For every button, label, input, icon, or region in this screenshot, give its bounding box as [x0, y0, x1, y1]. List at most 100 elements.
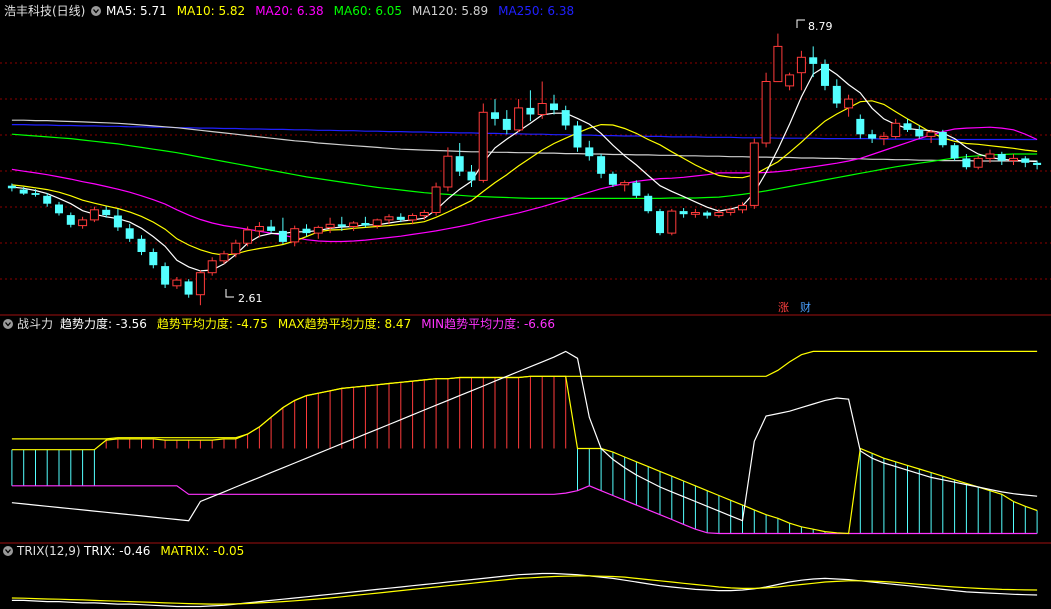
candle-body-5	[66, 215, 75, 225]
candle-body-77	[915, 129, 924, 137]
candle-55	[656, 208, 664, 236]
candle-body-21	[254, 226, 264, 232]
candle-body-34	[408, 215, 417, 221]
candle-body-85	[1009, 157, 1018, 162]
candle-body-75	[891, 122, 901, 138]
candle-body-61	[726, 209, 736, 213]
ma10-line	[11, 100, 1038, 256]
candle-body-37	[443, 155, 453, 188]
candle-73	[868, 129, 877, 143]
candle-body-32	[384, 216, 394, 221]
candle-body-87	[1033, 162, 1042, 165]
candle-body-30	[361, 223, 370, 226]
trix-menu-icon[interactable]	[3, 546, 13, 556]
candle-body-36	[431, 186, 441, 213]
candle-body-33	[396, 216, 405, 220]
candle-12	[149, 248, 158, 269]
candle-body-55	[656, 211, 664, 234]
candle-51	[608, 171, 617, 187]
candle-56	[667, 208, 677, 236]
candle-69	[821, 59, 829, 91]
stock-chart[interactable]: 8.79 2.61 涨 财 浩丰科技(日线) MA5: 5.71 MA10: 5.…	[0, 0, 1051, 609]
candle-body-71	[844, 98, 854, 109]
candle-body-45	[537, 103, 547, 115]
candle-22	[267, 219, 276, 234]
candle-14	[172, 277, 182, 289]
indicator-menu-icon[interactable]	[3, 319, 13, 329]
candlestick-layer[interactable]	[7, 33, 1042, 306]
candle-body-29	[349, 222, 359, 227]
candle-16	[195, 270, 205, 306]
ma-label-0: MA5: 5.71	[106, 4, 167, 18]
candle-body-10	[125, 228, 134, 239]
candle-38	[455, 143, 464, 176]
candle-body-62	[738, 204, 747, 211]
candle-body-12	[149, 252, 158, 266]
candle-52	[620, 180, 630, 192]
candle-body-50	[597, 156, 606, 174]
candle-body-47	[561, 110, 570, 126]
candle-body-54	[644, 195, 653, 212]
candle-body-31	[372, 219, 382, 227]
candle-body-70	[832, 85, 841, 104]
indicator-label-0: 趋势力度: -3.56	[60, 316, 147, 331]
candle-body-26	[313, 226, 323, 234]
ma-label-1: MA10: 5.82	[177, 4, 245, 18]
candle-body-18	[219, 253, 229, 262]
candle-66	[785, 72, 795, 91]
candle-body-46	[550, 103, 558, 111]
candle-body-0	[7, 185, 16, 189]
candle-79	[938, 129, 947, 148]
candle-45	[537, 81, 547, 119]
candle-body-17	[207, 260, 217, 274]
candle-44	[526, 90, 535, 122]
indicator-layer	[11, 350, 1038, 535]
candle-7	[89, 206, 99, 223]
candle-6	[78, 216, 88, 229]
candle-71	[844, 94, 854, 117]
candle-25	[302, 224, 311, 237]
candle-43	[514, 99, 524, 132]
candle-59	[703, 210, 712, 219]
candle-40	[478, 103, 488, 183]
candle-body-48	[573, 125, 582, 148]
candle-body-22	[267, 226, 276, 231]
candle-body-59	[703, 212, 712, 216]
candle-body-24	[290, 228, 300, 243]
candle-47	[561, 105, 570, 130]
candle-body-79	[938, 132, 947, 146]
candle-10	[125, 223, 134, 242]
indicator-label-row: 趋势力度: -3.56 趋势平均力度: -4.75 MAX趋势平均力度: 8.47 M…	[60, 316, 555, 331]
candle-body-40	[478, 111, 488, 181]
candle-body-8	[102, 209, 111, 216]
candle-body-83	[985, 153, 995, 159]
candle-body-74	[879, 135, 889, 140]
indicator-title: 战斗力	[17, 317, 53, 331]
candle-74	[879, 132, 889, 146]
high-label: 8.79	[808, 20, 833, 33]
candle-body-63	[749, 142, 759, 206]
low-label: 2.61	[238, 292, 263, 305]
trix-label-0: TRIX: -0.46	[83, 544, 150, 558]
candle-11	[137, 235, 146, 256]
candle-42	[502, 110, 511, 135]
candle-29	[349, 221, 359, 231]
candle-body-27	[325, 223, 335, 228]
candle-body-56	[667, 210, 677, 234]
ma-label-2: MA20: 6.38	[255, 4, 323, 18]
candle-body-60	[714, 212, 724, 217]
max-trend-avg-line	[11, 350, 1038, 440]
candle-37	[443, 147, 453, 192]
event-badges[interactable]: 涨 财	[778, 300, 811, 314]
badge-up[interactable]: 涨	[778, 301, 789, 314]
candle-78	[926, 129, 936, 143]
candle-65	[773, 33, 783, 83]
candle-63	[749, 138, 759, 209]
badge-finance[interactable]: 财	[800, 300, 811, 314]
main-menu-icon[interactable]	[91, 6, 101, 16]
candle-body-69	[821, 63, 829, 86]
candle-body-2	[31, 193, 40, 195]
candle-body-15	[184, 281, 193, 295]
candle-75	[891, 118, 901, 139]
candle-70	[832, 79, 841, 108]
